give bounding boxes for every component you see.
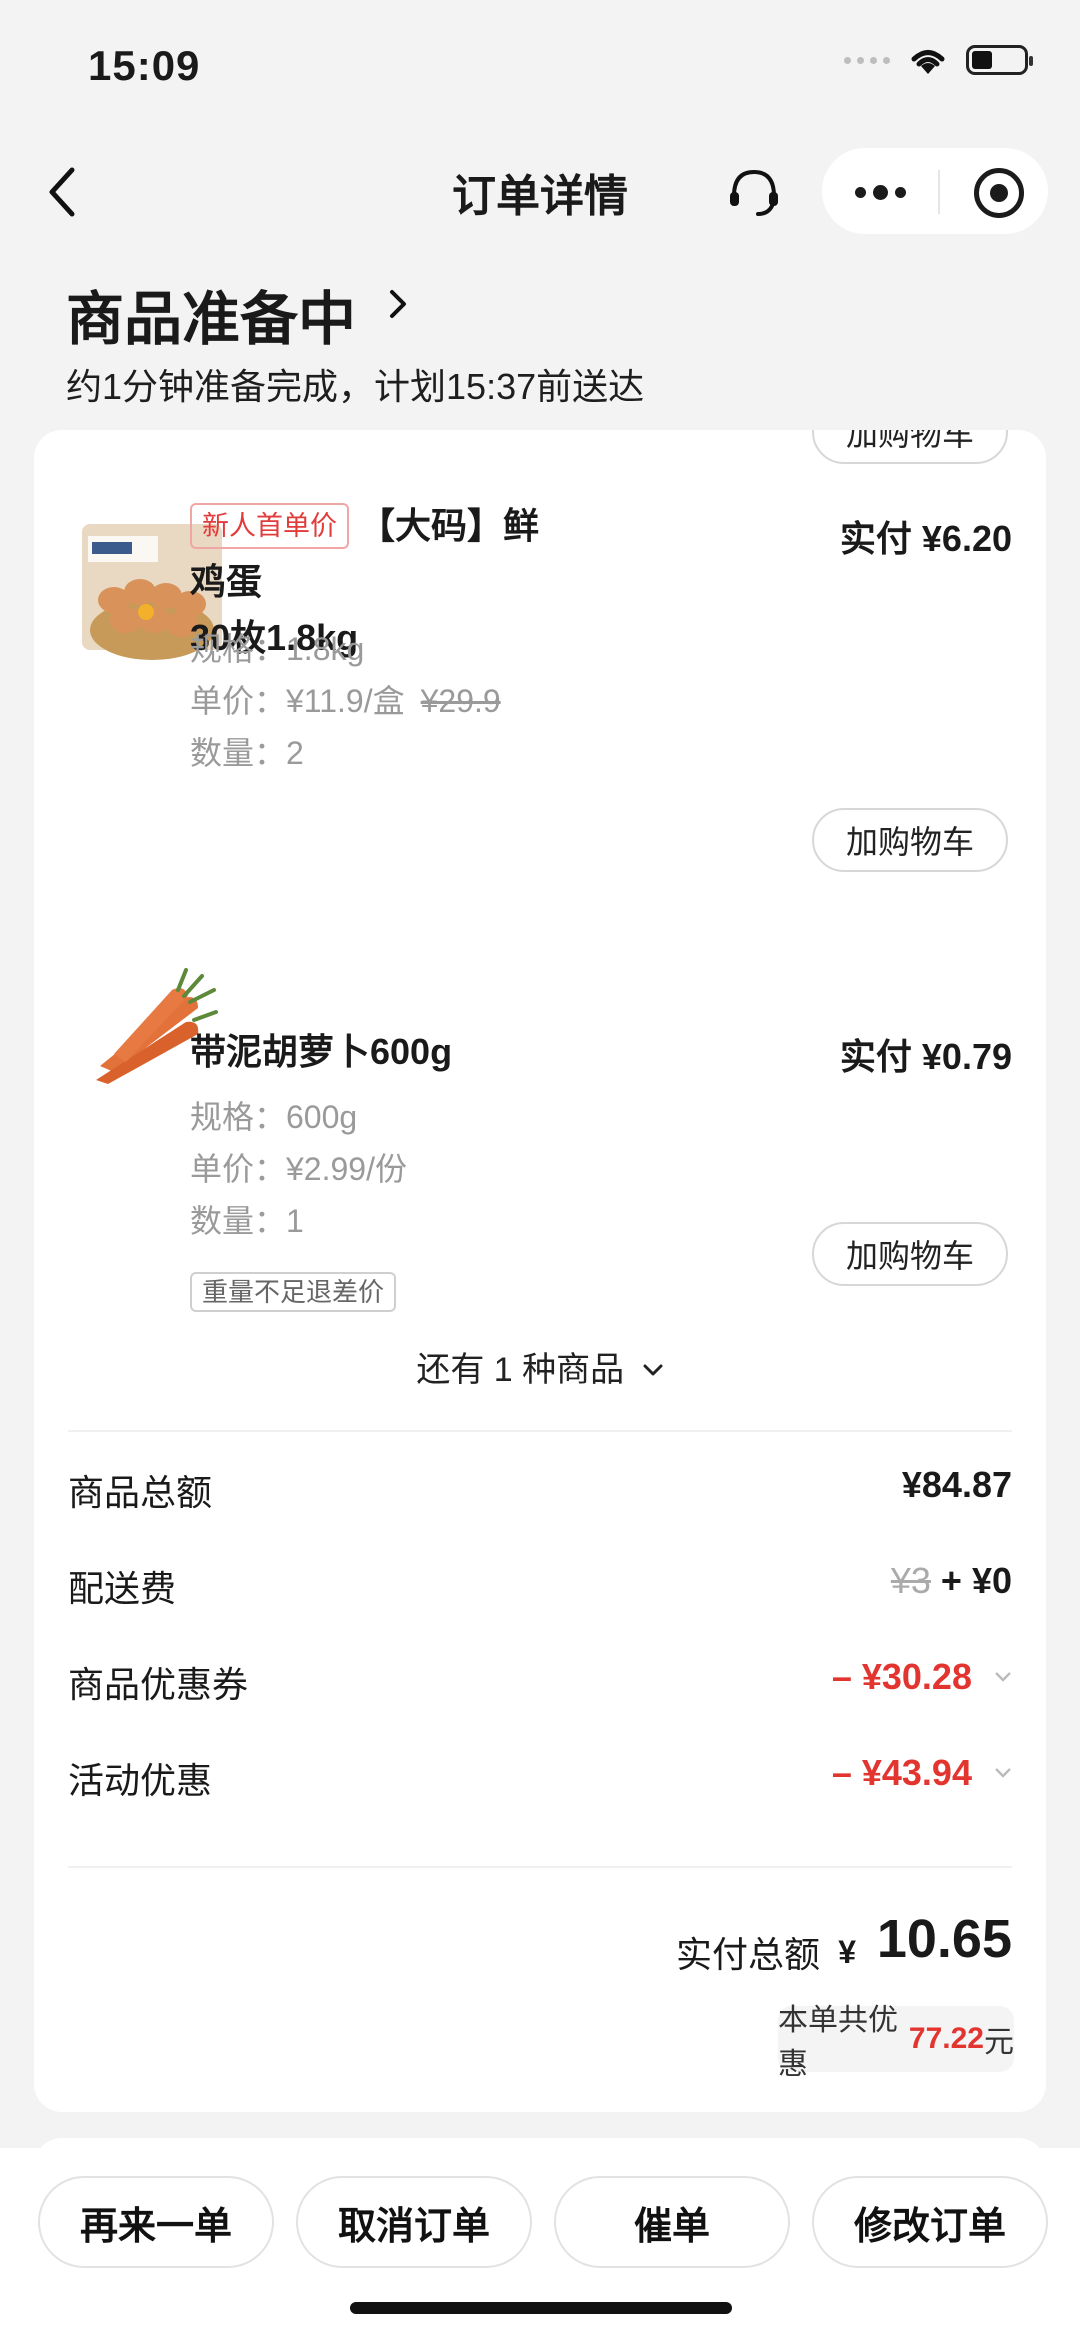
activity-discount-value[interactable]: – ¥43.94 — [832, 1752, 1012, 1794]
cancel-order-button[interactable]: 取消订单 — [296, 2176, 532, 2268]
product-paid-price: 实付 ¥0.79 — [839, 1036, 1012, 1077]
divider — [68, 1430, 1012, 1432]
original-price: ¥29.9 — [420, 683, 501, 719]
show-more-goods[interactable]: 还有 1 种商品 — [34, 1342, 1046, 1391]
saving-summary: 本单共优惠 77.22 元 — [778, 2004, 1014, 2081]
coupon-value[interactable]: – ¥30.28 — [832, 1656, 1012, 1698]
product-unit-price: 单价：¥11.9/盒 ¥29.9 — [190, 683, 501, 719]
status-time: 15:09 — [88, 42, 201, 89]
activity-discount-label: 活动优惠 — [68, 1760, 213, 1801]
urge-order-button[interactable]: 催单 — [554, 2176, 790, 2268]
chevron-down-icon — [995, 1768, 1011, 1778]
order-status-title[interactable]: 商品准备中 — [66, 272, 356, 356]
total-currency: ¥ — [838, 1934, 856, 1970]
status-icons — [844, 44, 1033, 76]
chevron-right-icon[interactable] — [388, 286, 408, 322]
saving-amount: 77.22 — [908, 2022, 984, 2055]
reorder-button[interactable]: 再来一单 — [38, 2176, 274, 2268]
coupon-label: 商品优惠券 — [68, 1664, 249, 1705]
goods-total-label: 商品总额 — [68, 1472, 213, 1513]
battery-icon — [966, 45, 1033, 75]
weight-refund-tag: 重量不足退差价 — [190, 1272, 397, 1312]
product-unit-price: 单价：¥2.99/份 — [190, 1151, 407, 1187]
signal-icon — [844, 56, 890, 64]
product-quantity: 数量：1 — [190, 1203, 304, 1239]
close-mini-program-icon[interactable] — [974, 168, 1024, 218]
add-to-cart-button[interactable]: 加购物车 — [812, 430, 1008, 464]
customer-service-icon[interactable] — [724, 162, 784, 222]
home-indicator — [350, 2302, 732, 2314]
product-name[interactable]: 带泥胡萝卜600g — [190, 1024, 570, 1080]
add-to-cart-button[interactable]: 加购物车 — [812, 1222, 1008, 1286]
product-paid-price: 实付 ¥6.20 — [839, 518, 1012, 559]
add-to-cart-button[interactable]: 加购物车 — [812, 808, 1008, 872]
capsule-divider — [938, 170, 940, 214]
product-spec: 规格：1.8kg — [190, 631, 365, 667]
product-spec: 规格：600g — [190, 1099, 358, 1135]
divider — [68, 1866, 1012, 1868]
order-goods-card: 加购物车 新人首单价 【大码】鲜鸡蛋 30枚1.8kg 实付 ¥6.20 规格：1… — [34, 430, 1046, 2112]
delivery-fee-value: ¥3 + ¥0 — [890, 1560, 1012, 1601]
order-status-subtitle: 约1分钟准备完成，计划15:37前送达 — [66, 366, 645, 407]
delivery-original-fee: ¥3 — [890, 1560, 931, 1601]
more-icon[interactable] — [850, 170, 910, 214]
total-value: 10.65 — [876, 1909, 1012, 1969]
chevron-down-icon — [995, 1672, 1011, 1682]
product-quantity: 数量：2 — [190, 735, 304, 771]
chevron-down-icon — [643, 1364, 663, 1376]
new-user-tag: 新人首单价 — [190, 503, 349, 549]
delivery-fee-label: 配送费 — [68, 1568, 177, 1609]
wifi-icon — [911, 50, 945, 74]
total-label: 实付总额 — [675, 1934, 820, 1975]
modify-order-button[interactable]: 修改订单 — [812, 2176, 1048, 2268]
goods-total-value: ¥84.87 — [901, 1464, 1012, 1505]
